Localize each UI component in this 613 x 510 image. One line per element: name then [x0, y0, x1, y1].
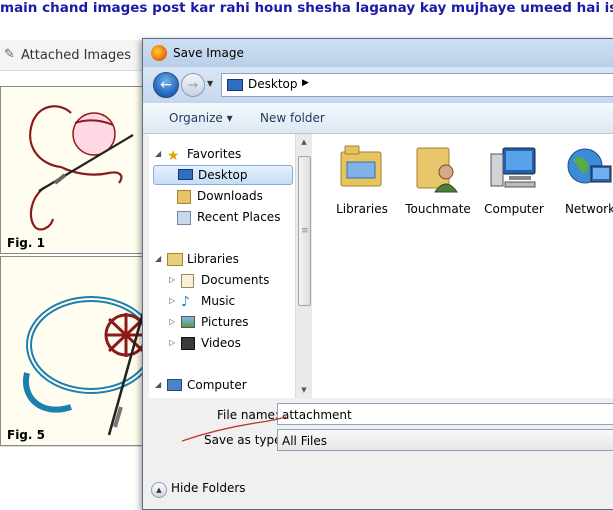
nav-item-music[interactable]: ▷ ♪ Music [149, 291, 295, 311]
expand-arrow-icon[interactable]: ▷ [169, 270, 175, 290]
nav-item-label: Documents [201, 273, 270, 287]
content-item-label: Network [564, 202, 613, 216]
save-as-type-label: Save as type: [204, 433, 286, 447]
thumbnail-caption: Fig. 1 [7, 236, 45, 250]
collapse-arrow-icon[interactable]: ◢ [155, 249, 161, 269]
back-button[interactable]: ← [153, 72, 179, 98]
page-footer-strip [0, 446, 150, 497]
forum-post-title: main chand images post kar rahi houn she… [0, 0, 613, 16]
computer-icon [490, 147, 536, 188]
nav-item-videos[interactable]: ▷ Videos [149, 333, 295, 353]
computer-icon [167, 379, 182, 391]
dialog-title: Save Image [173, 46, 244, 60]
sketch-fig5 [22, 296, 149, 436]
nav-item-label: Recent Places [197, 210, 281, 224]
paperclip-icon: ✎ [4, 47, 15, 62]
file-list-pane: Libraries Touchmate Computer Network [312, 134, 613, 398]
desktop-icon [227, 79, 243, 91]
attachment-thumbnail-fig1[interactable]: Fig. 1 [0, 86, 150, 254]
thumbnail-caption: Fig. 5 [7, 428, 45, 442]
nav-item-label: Desktop [198, 168, 248, 182]
content-item-label: Touchmate [405, 202, 471, 216]
content-item-label: Libraries [336, 202, 388, 216]
attached-images-label: Attached Images [21, 48, 132, 63]
desktop-icon [178, 169, 193, 180]
nav-item-label: Downloads [197, 189, 263, 203]
file-name-input[interactable]: attachment [277, 403, 613, 425]
chevron-right-icon[interactable]: ▶ [302, 78, 309, 88]
dialog-toolbar: Organize ▾ New folder [143, 103, 613, 134]
nav-item-label: Pictures [201, 315, 249, 329]
nav-computer-label: Computer [187, 378, 247, 392]
organize-button[interactable]: Organize ▾ [169, 111, 233, 125]
breadcrumb-desktop[interactable]: Desktop [248, 77, 298, 91]
sketch-fig1 [29, 105, 134, 231]
recent-places-icon [177, 211, 191, 225]
recent-pages-dropdown[interactable]: ▼ [207, 79, 213, 88]
network-globe-icon [567, 148, 612, 184]
nav-favorites[interactable]: ◢ ★ Favorites [149, 144, 295, 164]
collapse-arrow-icon[interactable]: ◢ [155, 144, 161, 164]
nav-item-desktop[interactable]: Desktop [153, 165, 293, 185]
attached-images-header: ✎ Attached Images [0, 40, 150, 71]
dialog-titlebar[interactable]: Save Image [143, 39, 613, 67]
videos-icon [181, 337, 195, 350]
nav-item-documents[interactable]: ▷ Documents [149, 270, 295, 290]
expand-arrow-icon[interactable]: ▷ [169, 333, 175, 353]
address-bar-row: ← → ▼ Desktop ▶ [143, 67, 613, 103]
collapse-arrow-icon[interactable]: ◢ [155, 375, 161, 395]
nav-item-recent-places[interactable]: Recent Places [149, 207, 295, 227]
nav-item-downloads[interactable]: Downloads [149, 186, 295, 206]
address-breadcrumb[interactable]: Desktop ▶ [221, 73, 613, 97]
nav-libraries[interactable]: ◢ Libraries [149, 249, 295, 269]
nav-item-pictures[interactable]: ▷ Pictures [149, 312, 295, 332]
content-item-label: Computer [484, 202, 544, 216]
scroll-up-arrow-icon[interactable]: ▲ [296, 134, 312, 150]
navigation-pane: ◢ ★ Favorites Desktop Downloads Recent P… [149, 134, 295, 398]
libraries-icon [167, 253, 183, 266]
nav-computer[interactable]: ◢ Computer [149, 375, 295, 395]
forward-button[interactable]: → [181, 73, 205, 97]
documents-icon [181, 274, 194, 288]
user-folder-icon [416, 147, 458, 193]
file-name-label: File name: [217, 408, 279, 422]
music-icon: ♪ [181, 294, 190, 310]
nav-favorites-label: Favorites [187, 147, 242, 161]
new-folder-button[interactable]: New folder [260, 111, 325, 125]
expand-arrow-icon[interactable]: ▷ [169, 291, 175, 311]
nav-item-label: Music [201, 294, 236, 308]
save-as-type-select[interactable]: All Files [277, 429, 613, 451]
scroll-down-arrow-icon[interactable]: ▼ [296, 382, 312, 398]
downloads-folder-icon [177, 190, 191, 204]
nav-item-label: Videos [201, 336, 241, 350]
attachment-thumbnail-fig5[interactable]: Fig. 5 [0, 256, 150, 446]
libraries-folder-icon [340, 145, 382, 187]
star-icon: ★ [167, 148, 180, 164]
nav-libraries-label: Libraries [187, 252, 239, 266]
navigation-scrollbar[interactable]: ▲ ≡ ▼ [295, 134, 312, 398]
save-options-panel: File name: attachment Save as type: All … [143, 398, 613, 509]
pictures-icon [181, 316, 195, 328]
save-image-dialog: Save Image ← → ▼ Desktop ▶ Organize ▾ Ne… [142, 38, 613, 510]
hide-folders-label: Hide Folders [171, 481, 246, 495]
firefox-icon [151, 45, 167, 61]
scrollbar-grip-icon: ≡ [301, 226, 309, 236]
expand-arrow-icon[interactable]: ▷ [169, 312, 175, 332]
